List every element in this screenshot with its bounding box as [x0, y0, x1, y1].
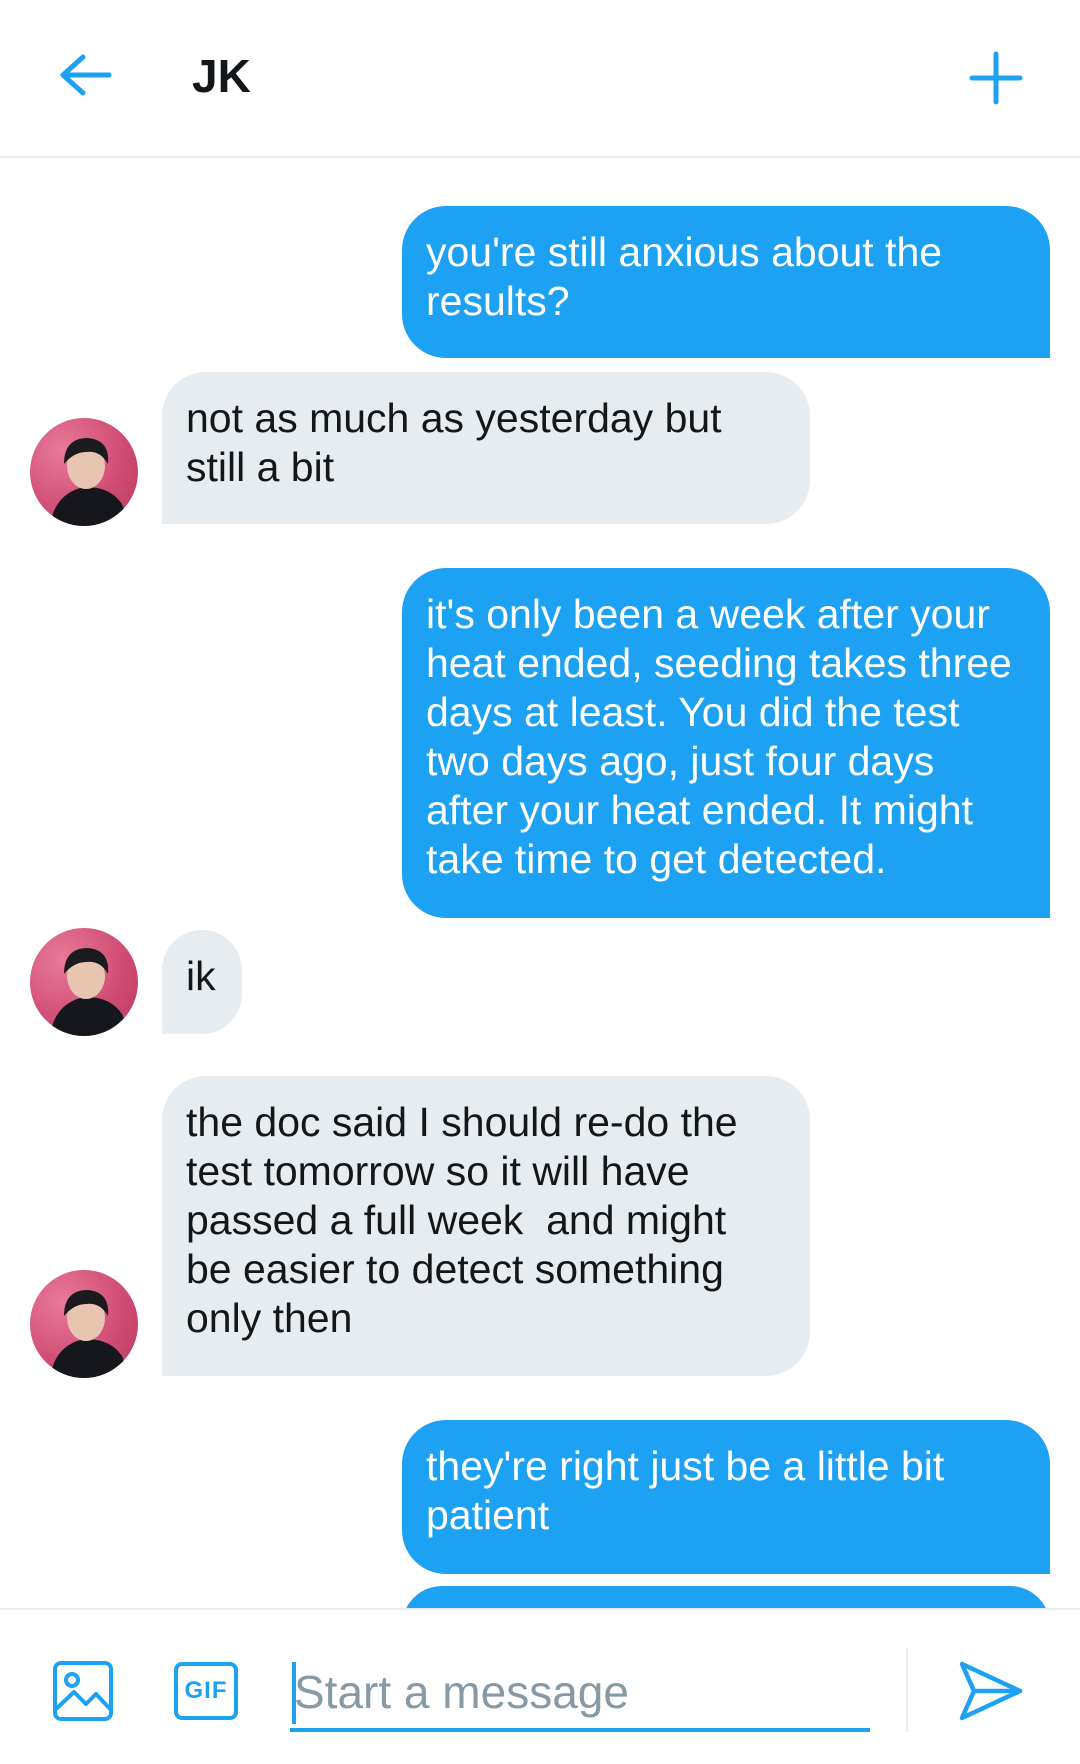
plus-icon	[969, 51, 1023, 105]
conversation-title: JK	[192, 50, 251, 102]
avatar[interactable]	[30, 928, 138, 1036]
message-bubble-sent-partial[interactable]	[402, 1586, 1050, 1608]
arrow-left-icon	[60, 54, 112, 96]
add-photo-button[interactable]	[52, 1660, 118, 1726]
message-bubble-received[interactable]: the doc said I should re-do the test tom…	[162, 1076, 810, 1376]
avatar-photo	[50, 1290, 130, 1378]
message-bubble-sent[interactable]: it's only been a week after your heat en…	[402, 568, 1050, 918]
send-button[interactable]	[958, 1660, 1028, 1726]
add-button[interactable]	[958, 40, 1034, 116]
conversation-header: JK	[0, 0, 1080, 158]
text-cursor	[292, 1662, 296, 1724]
back-button[interactable]	[50, 40, 120, 110]
dm-conversation-screen: JK you're still anxious about the result…	[0, 0, 1080, 1764]
message-bubble-received[interactable]: not as much as yesterday but still a bit	[162, 372, 810, 524]
message-composer: GIF	[0, 1608, 1080, 1764]
gif-button[interactable]: GIF	[174, 1662, 238, 1720]
message-bubble-sent[interactable]: they're right just be a little bit patie…	[402, 1420, 1050, 1574]
image-icon	[53, 1661, 113, 1721]
composer-divider	[906, 1648, 908, 1732]
avatar[interactable]	[30, 418, 138, 526]
send-icon	[959, 1661, 1023, 1721]
message-input[interactable]	[290, 1656, 870, 1732]
message-list[interactable]: you're still anxious about the results? …	[0, 160, 1080, 1608]
avatar-photo	[50, 948, 130, 1036]
message-bubble-sent[interactable]: you're still anxious about the results?	[402, 206, 1050, 358]
message-bubble-received[interactable]: ik	[162, 930, 242, 1034]
avatar[interactable]	[30, 1270, 138, 1378]
avatar-photo	[50, 438, 130, 526]
